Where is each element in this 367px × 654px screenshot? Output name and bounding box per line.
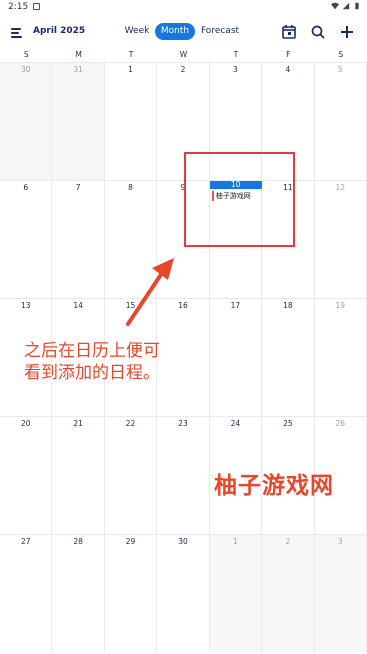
annotation-text: 之后在日历上便可 看到添加的日程。: [24, 340, 160, 384]
day-number: 14: [73, 301, 83, 310]
day-cell[interactable]: 21: [52, 416, 105, 534]
signal-icon: [342, 2, 350, 10]
weekday-label: W: [179, 50, 188, 59]
day-number: 17: [230, 301, 241, 310]
day-number: 19: [335, 301, 346, 310]
month-title[interactable]: April 2025: [33, 26, 85, 36]
day-number: 12: [335, 183, 346, 192]
watermark: 柚子游戏网: [214, 473, 334, 499]
day-number: 2: [180, 65, 186, 74]
day-cell[interactable]: 30: [157, 534, 210, 652]
highlight-box: [184, 152, 295, 247]
day-cell[interactable]: 2: [262, 534, 315, 652]
day-cell[interactable]: 17: [209, 298, 263, 416]
tab-week[interactable]: Week: [120, 23, 154, 40]
day-number: 26: [335, 419, 346, 428]
day-cell[interactable]: 16: [157, 298, 210, 416]
status-time: 2:15: [8, 2, 29, 12]
weekday-header: SMTWTFS: [0, 50, 367, 62]
app-bar: April 2025 Week Month Forecast: [0, 16, 367, 48]
day-number: 29: [125, 537, 136, 546]
day-number: 21: [73, 419, 83, 428]
battery-icon: [355, 2, 359, 10]
day-cell[interactable]: 19: [314, 298, 367, 416]
day-number: 24: [230, 419, 241, 428]
annotation-line-1: 之后在日历上便可: [24, 341, 160, 361]
day-number: 22: [125, 419, 136, 428]
day-cell[interactable]: 7: [52, 180, 105, 298]
day-number: 4: [285, 65, 291, 74]
day-cell[interactable]: 28: [52, 534, 105, 652]
day-number: 8: [128, 183, 133, 192]
day-cell[interactable]: 12: [314, 180, 367, 298]
day-number: 1: [128, 65, 133, 74]
add-icon[interactable]: [339, 24, 355, 40]
day-number: 18: [283, 301, 293, 310]
day-cell[interactable]: 5: [314, 62, 367, 180]
tab-month[interactable]: Month: [155, 23, 195, 40]
day-cell[interactable]: 1: [209, 534, 263, 652]
status-bar: 2:15: [0, 0, 367, 16]
day-number: 1: [233, 537, 238, 546]
day-number: 13: [20, 301, 31, 310]
day-cell[interactable]: 6: [0, 180, 53, 298]
weekday-label: T: [233, 50, 239, 59]
day-cell[interactable]: 18: [262, 298, 315, 416]
weekday-label: F: [286, 50, 291, 59]
day-number: 23: [178, 419, 188, 428]
day-number: 2: [285, 537, 291, 546]
day-number: 3: [233, 65, 238, 74]
day-number: 28: [73, 537, 83, 546]
day-number: 16: [178, 301, 188, 310]
weekday-label: M: [75, 50, 82, 59]
day-number: 5: [337, 65, 343, 74]
tab-forecast[interactable]: Forecast: [199, 23, 241, 40]
day-number: 6: [23, 183, 29, 192]
day-number: 30: [20, 65, 31, 74]
day-number: 31: [73, 65, 83, 74]
day-cell[interactable]: 3: [314, 534, 367, 652]
day-cell[interactable]: 31: [52, 62, 105, 180]
day-number: 7: [75, 183, 81, 192]
day-cell[interactable]: 30: [0, 62, 53, 180]
day-number: 30: [178, 537, 188, 546]
day-number: 15: [125, 301, 136, 310]
day-cell[interactable]: 20: [0, 416, 53, 534]
weekday-label: T: [128, 50, 134, 59]
weekday-label: S: [338, 50, 344, 59]
day-cell[interactable]: 29: [104, 534, 158, 652]
calendar-today-icon[interactable]: [281, 24, 297, 40]
day-cell[interactable]: 1: [104, 62, 158, 180]
day-number: 20: [20, 419, 31, 428]
weekday-label: S: [23, 50, 29, 59]
annotation-line-2: 看到添加的日程。: [24, 363, 160, 383]
day-cell[interactable]: 23: [157, 416, 210, 534]
wifi-icon: [331, 2, 339, 10]
day-cell[interactable]: 8: [104, 180, 158, 298]
day-cell[interactable]: 22: [104, 416, 158, 534]
day-cell[interactable]: 27: [0, 534, 53, 652]
day-number: 3: [337, 537, 343, 546]
status-icons: [331, 2, 361, 10]
menu-icon[interactable]: [11, 28, 23, 38]
day-number: 27: [20, 537, 31, 546]
search-icon[interactable]: [310, 24, 326, 40]
notification-icon: [33, 3, 40, 10]
day-number: 25: [283, 419, 293, 428]
